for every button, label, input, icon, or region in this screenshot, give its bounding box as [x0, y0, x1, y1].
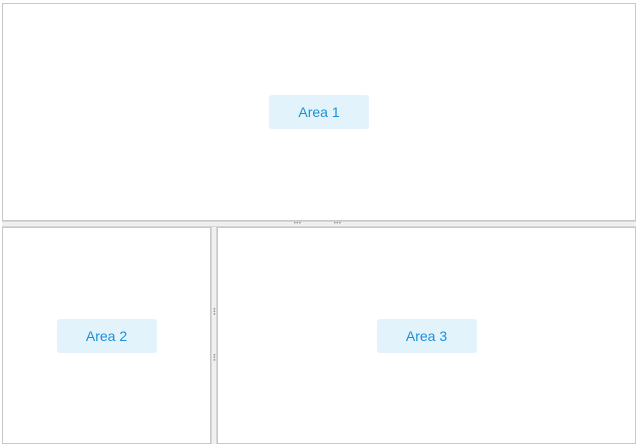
- area-3-pane: Area 3: [217, 227, 636, 444]
- split-layout: Area 1 ••• ••• Area 2 ••• ••• Area 3: [0, 0, 638, 446]
- area-3-label: Area 3: [376, 318, 477, 353]
- splitter-grip-icon[interactable]: •••: [210, 307, 217, 315]
- area-1-pane: Area 1: [2, 3, 636, 221]
- splitter-grip-icon[interactable]: •••: [210, 353, 217, 361]
- area-2-label: Area 2: [56, 318, 157, 353]
- area-2-pane: Area 2: [2, 227, 211, 444]
- area-1-label: Area 1: [269, 95, 369, 129]
